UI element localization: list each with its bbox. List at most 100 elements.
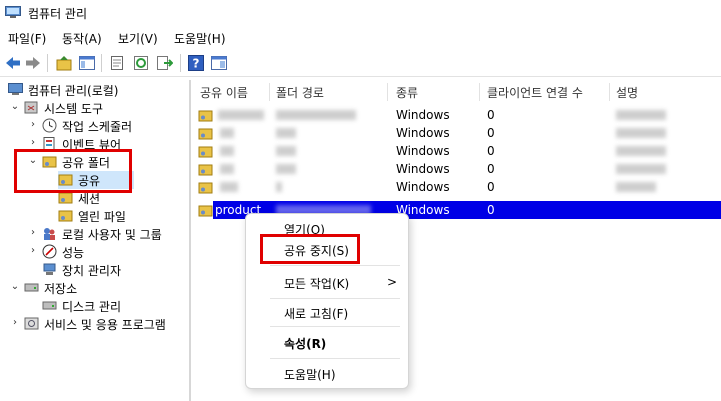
- blurred-folder-path: [276, 146, 296, 156]
- blurred-folder-path: [276, 128, 296, 138]
- blurred-folder-path: [276, 110, 356, 120]
- console-tree-icon[interactable]: [78, 54, 96, 72]
- menu-item-properties[interactable]: 속성(R): [284, 335, 326, 352]
- menu-item-help[interactable]: 도움말(H): [284, 366, 336, 383]
- show-pane-icon[interactable]: [210, 54, 228, 72]
- column-header-type[interactable]: 종류: [396, 84, 418, 101]
- share-folder-icon: [198, 128, 213, 140]
- open-file-icon: [58, 210, 73, 222]
- tree-item-storage[interactable]: ⌄ 저장소: [11, 279, 184, 297]
- highlight-box: [14, 149, 132, 193]
- console-tree: 컴퓨터 관리(로컬) ⌄ 시스템 도구 › 작업 스케줄러 › 이벤트 뷰어 ⌄…: [0, 80, 189, 401]
- tree-item-disk-management[interactable]: 디스크 관리: [42, 297, 187, 315]
- menu-separator: [270, 298, 400, 299]
- window-title: 컴퓨터 관리: [28, 7, 88, 21]
- tree-item-label: 성능: [62, 246, 85, 260]
- column-header-share-name[interactable]: 공유 이름: [200, 84, 248, 101]
- clients-cell: 0: [487, 126, 495, 140]
- device-manager-icon: [43, 263, 56, 275]
- tree-item-services-apps[interactable]: › 서비스 및 응용 프로그램: [13, 315, 189, 333]
- column-separator: [387, 83, 388, 101]
- tree-item-label: 열린 파일: [78, 210, 126, 224]
- type-cell: Windows: [396, 180, 450, 194]
- column-header-description[interactable]: 설명: [616, 84, 638, 101]
- tree-item-label: 시스템 도구: [44, 102, 104, 116]
- performance-icon: [42, 244, 57, 259]
- menu-item-all-tasks[interactable]: 모든 작업(K): [284, 275, 349, 292]
- chevron-right-icon[interactable]: ›: [28, 119, 38, 131]
- chevron-right-icon[interactable]: ›: [28, 137, 38, 149]
- blurred-description: [616, 146, 666, 156]
- blurred-description: [616, 182, 656, 192]
- clients-cell: 0: [487, 144, 495, 158]
- tree-item-system-tools[interactable]: ⌄ 시스템 도구: [11, 99, 184, 117]
- menu-help[interactable]: 도움말(H): [174, 30, 226, 47]
- tree-item-open-files[interactable]: 열린 파일: [58, 207, 178, 225]
- tree-item-label: 작업 스케줄러: [62, 120, 133, 134]
- menu-view[interactable]: 보기(V): [118, 30, 158, 47]
- blurred-share-name: [220, 128, 234, 138]
- computer-management-icon: [5, 6, 21, 18]
- export-list-icon[interactable]: [155, 54, 173, 72]
- title-bar: 컴퓨터 관리: [0, 0, 721, 26]
- refresh-icon[interactable]: [132, 54, 150, 72]
- chevron-right-icon[interactable]: ›: [28, 245, 38, 257]
- tree-item-performance[interactable]: › 성능: [31, 243, 187, 261]
- tree-item-device-manager[interactable]: 장치 관리자: [42, 261, 187, 279]
- tree-item-label: 서비스 및 응용 프로그램: [44, 318, 166, 332]
- chevron-down-icon[interactable]: ⌄: [10, 101, 20, 113]
- column-header-client-connections[interactable]: 클라이언트 연결 수: [487, 84, 583, 101]
- users-icon: [44, 228, 55, 240]
- blurred-description: [616, 164, 666, 174]
- folder-up-icon[interactable]: [55, 54, 73, 72]
- clients-cell: 0: [487, 203, 495, 217]
- chevron-right-icon[interactable]: ›: [28, 227, 38, 239]
- column-separator: [609, 83, 610, 101]
- menu-separator: [270, 265, 400, 266]
- properties-icon[interactable]: [108, 54, 126, 72]
- clients-cell: 0: [487, 180, 495, 194]
- tree-item-label: 컴퓨터 관리(로컬): [28, 84, 119, 98]
- menu-file[interactable]: 파일(F): [8, 30, 46, 47]
- toolbar: ?: [0, 50, 721, 77]
- table-row[interactable]: Windows 0: [192, 106, 721, 124]
- clients-cell: 0: [487, 108, 495, 122]
- menu-item-refresh[interactable]: 새로 고침(F): [284, 305, 348, 322]
- toolbar-separator: [47, 54, 48, 72]
- menu-action[interactable]: 동작(A): [62, 30, 102, 47]
- table-row[interactable]: Windows 0: [192, 142, 721, 160]
- help-icon[interactable]: ?: [187, 54, 205, 72]
- column-separator: [479, 83, 480, 101]
- blurred-description: [616, 110, 666, 120]
- back-arrow-icon[interactable]: [4, 54, 22, 72]
- table-row[interactable]: Windows 0: [192, 124, 721, 142]
- table-row[interactable]: Windows 0: [192, 160, 721, 178]
- column-header-folder-path[interactable]: 폴더 경로: [276, 84, 324, 101]
- svg-text:?: ?: [193, 57, 200, 71]
- chevron-right-icon[interactable]: ›: [10, 317, 20, 329]
- tree-item-local-users[interactable]: › 로컬 사용자 및 그룹: [31, 225, 187, 243]
- toolbar-separator: [180, 54, 181, 72]
- tree-item-computer-management[interactable]: 컴퓨터 관리(로컬): [8, 81, 188, 99]
- toolbar-separator: [101, 54, 102, 72]
- chevron-down-icon[interactable]: ⌄: [10, 281, 20, 293]
- menu-bar: 파일(F) 동작(A) 보기(V) 도움말(H): [0, 28, 721, 48]
- column-separator: [269, 83, 270, 101]
- blurred-share-name: [218, 110, 264, 120]
- disk-management-icon: [42, 301, 57, 310]
- forward-arrow-icon[interactable]: [24, 54, 42, 72]
- highlight-box: [260, 234, 360, 264]
- type-cell: Windows: [396, 144, 450, 158]
- share-folder-icon: [198, 205, 213, 217]
- share-folder-icon: [198, 146, 213, 158]
- chevron-right-icon: >: [387, 275, 398, 289]
- table-row[interactable]: Windows 0: [192, 178, 721, 196]
- blurred-share-name: [220, 182, 238, 192]
- pane-splitter[interactable]: [189, 80, 191, 401]
- tree-item-label: 장치 관리자: [62, 264, 122, 278]
- computer-management-icon: [8, 83, 23, 95]
- blurred-share-name: [220, 164, 234, 174]
- type-cell: Windows: [396, 108, 450, 122]
- type-cell: Windows: [396, 162, 450, 176]
- tree-item-task-scheduler[interactable]: › 작업 스케줄러: [31, 117, 187, 135]
